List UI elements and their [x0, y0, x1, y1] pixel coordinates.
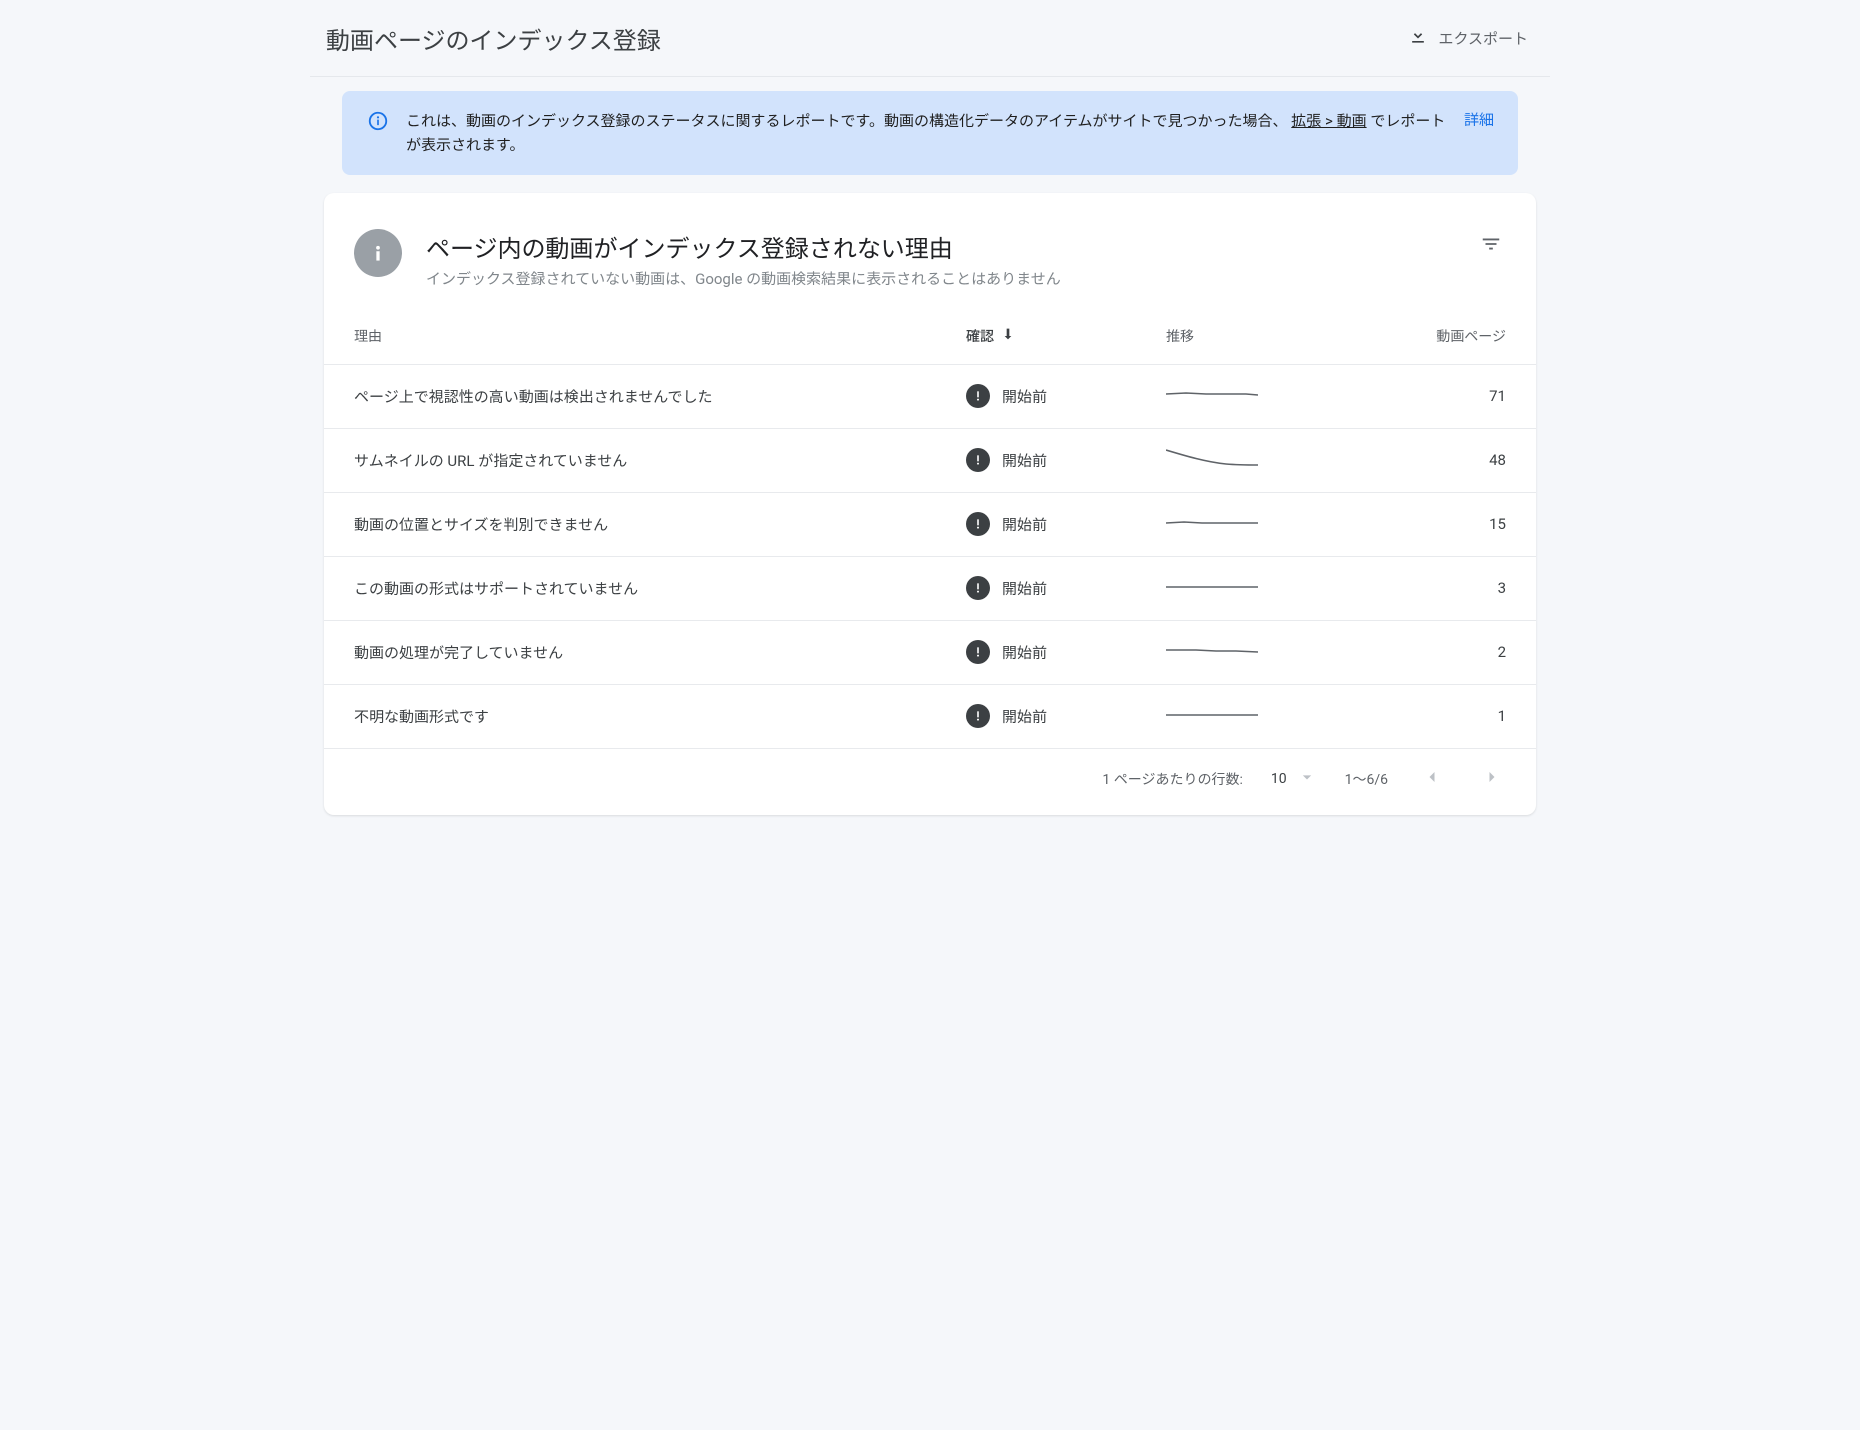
dropdown-icon — [1297, 767, 1317, 791]
sparkline-icon — [1166, 446, 1258, 470]
table-row[interactable]: ページ上で視認性の高い動画は検出されませんでした 開始前 71 — [324, 365, 1536, 429]
info-details-link[interactable]: 詳細 — [1464, 109, 1494, 130]
cell-pages: 48 — [1366, 451, 1506, 469]
sparkline-icon — [1166, 638, 1258, 662]
cell-trend — [1166, 446, 1366, 474]
cell-pages: 3 — [1366, 579, 1506, 597]
cell-status: 開始前 — [966, 576, 1166, 600]
cell-trend — [1166, 638, 1366, 666]
info-banner-link[interactable]: 拡張 > 動画 — [1291, 112, 1366, 130]
status-label: 開始前 — [1002, 706, 1047, 727]
sparkline-icon — [1166, 510, 1258, 534]
status-label: 開始前 — [1002, 450, 1047, 471]
cell-trend — [1166, 510, 1366, 538]
col-status[interactable]: 確認 — [966, 326, 1166, 346]
cell-status: 開始前 — [966, 384, 1166, 408]
rows-per-page-value: 10 — [1271, 771, 1287, 787]
status-label: 開始前 — [1002, 514, 1047, 535]
card-subtitle: インデックス登録されていない動画は、Google の動画検索結果に表示されること… — [426, 268, 1146, 291]
cell-reason: この動画の形式はサポートされていません — [354, 578, 966, 599]
exclamation-icon — [966, 640, 990, 664]
exclamation-icon — [966, 512, 990, 536]
cell-pages: 2 — [1366, 643, 1506, 661]
rows-per-page-select[interactable]: 10 — [1271, 767, 1317, 791]
cell-reason: サムネイルの URL が指定されていません — [354, 450, 966, 471]
cell-status: 開始前 — [966, 704, 1166, 728]
sparkline-icon — [1166, 382, 1258, 406]
cell-pages: 71 — [1366, 387, 1506, 405]
rows-per-page-label: 1 ページあたりの行数: — [1102, 769, 1242, 789]
cell-pages: 1 — [1366, 707, 1506, 725]
table-row[interactable]: この動画の形式はサポートされていません 開始前 3 — [324, 557, 1536, 621]
exclamation-icon — [966, 576, 990, 600]
cell-reason: 動画の処理が完了していません — [354, 642, 966, 663]
card-title: ページ内の動画がインデックス登録されない理由 — [426, 229, 1452, 264]
col-reason[interactable]: 理由 — [354, 326, 966, 346]
table-row[interactable]: 不明な動画形式です 開始前 1 — [324, 685, 1536, 749]
prev-page-button[interactable] — [1416, 761, 1448, 797]
cell-trend — [1166, 702, 1366, 730]
table-row[interactable]: 動画の処理が完了していません 開始前 2 — [324, 621, 1536, 685]
cell-reason: ページ上で視認性の高い動画は検出されませんでした — [354, 386, 966, 407]
cell-reason: 動画の位置とサイズを判別できません — [354, 514, 966, 535]
info-text-a: これは、動画のインデックス登録のステータスに関するレポートです。動画の構造化デー… — [406, 112, 1288, 130]
page-header: 動画ページのインデックス登録 エクスポート — [310, 0, 1550, 77]
arrow-down-icon — [1000, 326, 1016, 346]
status-label: 開始前 — [1002, 386, 1047, 407]
info-circle-icon — [354, 229, 402, 277]
info-banner-text: これは、動画のインデックス登録のステータスに関するレポートです。動画の構造化デー… — [406, 109, 1448, 157]
cell-status: 開始前 — [966, 512, 1166, 536]
page-title: 動画ページのインデックス登録 — [326, 21, 661, 56]
cell-trend — [1166, 382, 1366, 410]
reasons-card: ページ内の動画がインデックス登録されない理由 インデックス登録されていない動画は… — [324, 193, 1536, 815]
exclamation-icon — [966, 448, 990, 472]
col-status-label: 確認 — [966, 326, 994, 346]
next-page-button[interactable] — [1476, 761, 1508, 797]
pagination-range: 1～6/6 — [1345, 769, 1388, 789]
filter-button[interactable] — [1476, 229, 1506, 263]
table-row[interactable]: 動画の位置とサイズを判別できません 開始前 15 — [324, 493, 1536, 557]
col-pages[interactable]: 動画ページ — [1366, 326, 1506, 346]
cell-status: 開始前 — [966, 640, 1166, 664]
cell-trend — [1166, 574, 1366, 602]
status-label: 開始前 — [1002, 578, 1047, 599]
table-footer: 1 ページあたりの行数: 10 1～6/6 — [324, 749, 1536, 807]
card-header: ページ内の動画がインデックス登録されない理由 インデックス登録されていない動画は… — [324, 193, 1536, 309]
table-row[interactable]: サムネイルの URL が指定されていません 開始前 48 — [324, 429, 1536, 493]
exclamation-icon — [966, 384, 990, 408]
info-icon — [366, 109, 390, 133]
col-trend[interactable]: 推移 — [1166, 326, 1366, 346]
cell-status: 開始前 — [966, 448, 1166, 472]
export-button[interactable]: エクスポート — [1402, 18, 1534, 58]
cell-pages: 15 — [1366, 515, 1506, 533]
sparkline-icon — [1166, 574, 1258, 598]
download-icon — [1408, 26, 1428, 50]
info-banner: これは、動画のインデックス登録のステータスに関するレポートです。動画の構造化デー… — [342, 91, 1518, 175]
exclamation-icon — [966, 704, 990, 728]
status-label: 開始前 — [1002, 642, 1047, 663]
cell-reason: 不明な動画形式です — [354, 706, 966, 727]
export-label: エクスポート — [1438, 28, 1528, 49]
sparkline-icon — [1166, 702, 1258, 726]
table-header: 理由 確認 推移 動画ページ — [324, 309, 1536, 365]
